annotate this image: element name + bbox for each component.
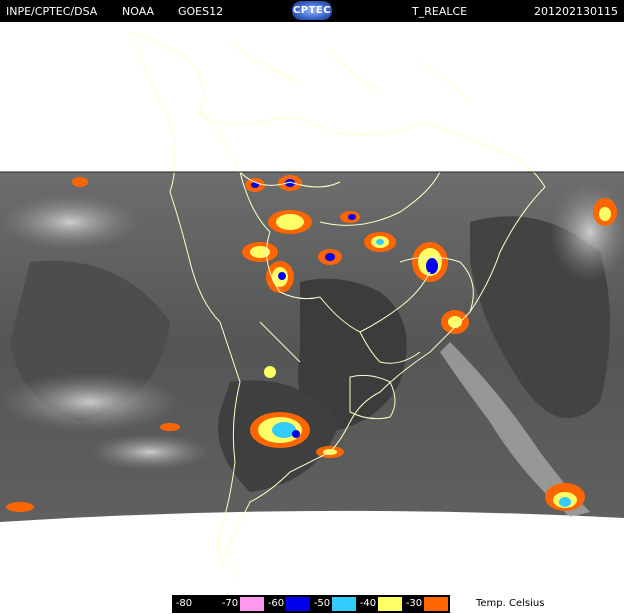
legend-title: Temp. Celsius [476, 598, 545, 609]
satellite-label: GOES12 [178, 5, 224, 18]
legend-swatch [240, 597, 264, 611]
header-bar: INPE/CPTEC/DSA NOAA GOES12 CPTEC T_REALC… [0, 0, 624, 22]
legend-swatch [194, 597, 218, 611]
legend-swatch [286, 597, 310, 611]
product-label: T_REALCE [412, 5, 468, 18]
cloud-band [0, 372, 180, 432]
legend-value: -30 [405, 598, 423, 609]
legend-value: -70 [221, 598, 239, 609]
satellite-image [0, 31, 624, 578]
legend-value: -80 [175, 598, 193, 609]
satellite-map [0, 22, 624, 594]
legend-value: -40 [359, 598, 377, 609]
color-legend: -80 -70 -60 -50 -40 -30 [172, 595, 450, 613]
legend-swatch [378, 597, 402, 611]
cloud-band [90, 434, 210, 470]
legend-value: -60 [267, 598, 285, 609]
legend-swatch [332, 597, 356, 611]
logo-text: CPTEC [292, 5, 332, 16]
cloud-band [0, 194, 140, 250]
source-label: INPE/CPTEC/DSA [6, 5, 98, 18]
legend-value: -50 [313, 598, 331, 609]
legend-bar: -80 -70 -60 -50 -40 -30 Temp. Celsius [0, 594, 624, 614]
cptec-logo: CPTEC [292, 1, 332, 20]
legend-swatch [424, 597, 448, 611]
agency-label: NOAA [122, 5, 155, 18]
timestamp-label: 201202130115 [534, 5, 618, 18]
